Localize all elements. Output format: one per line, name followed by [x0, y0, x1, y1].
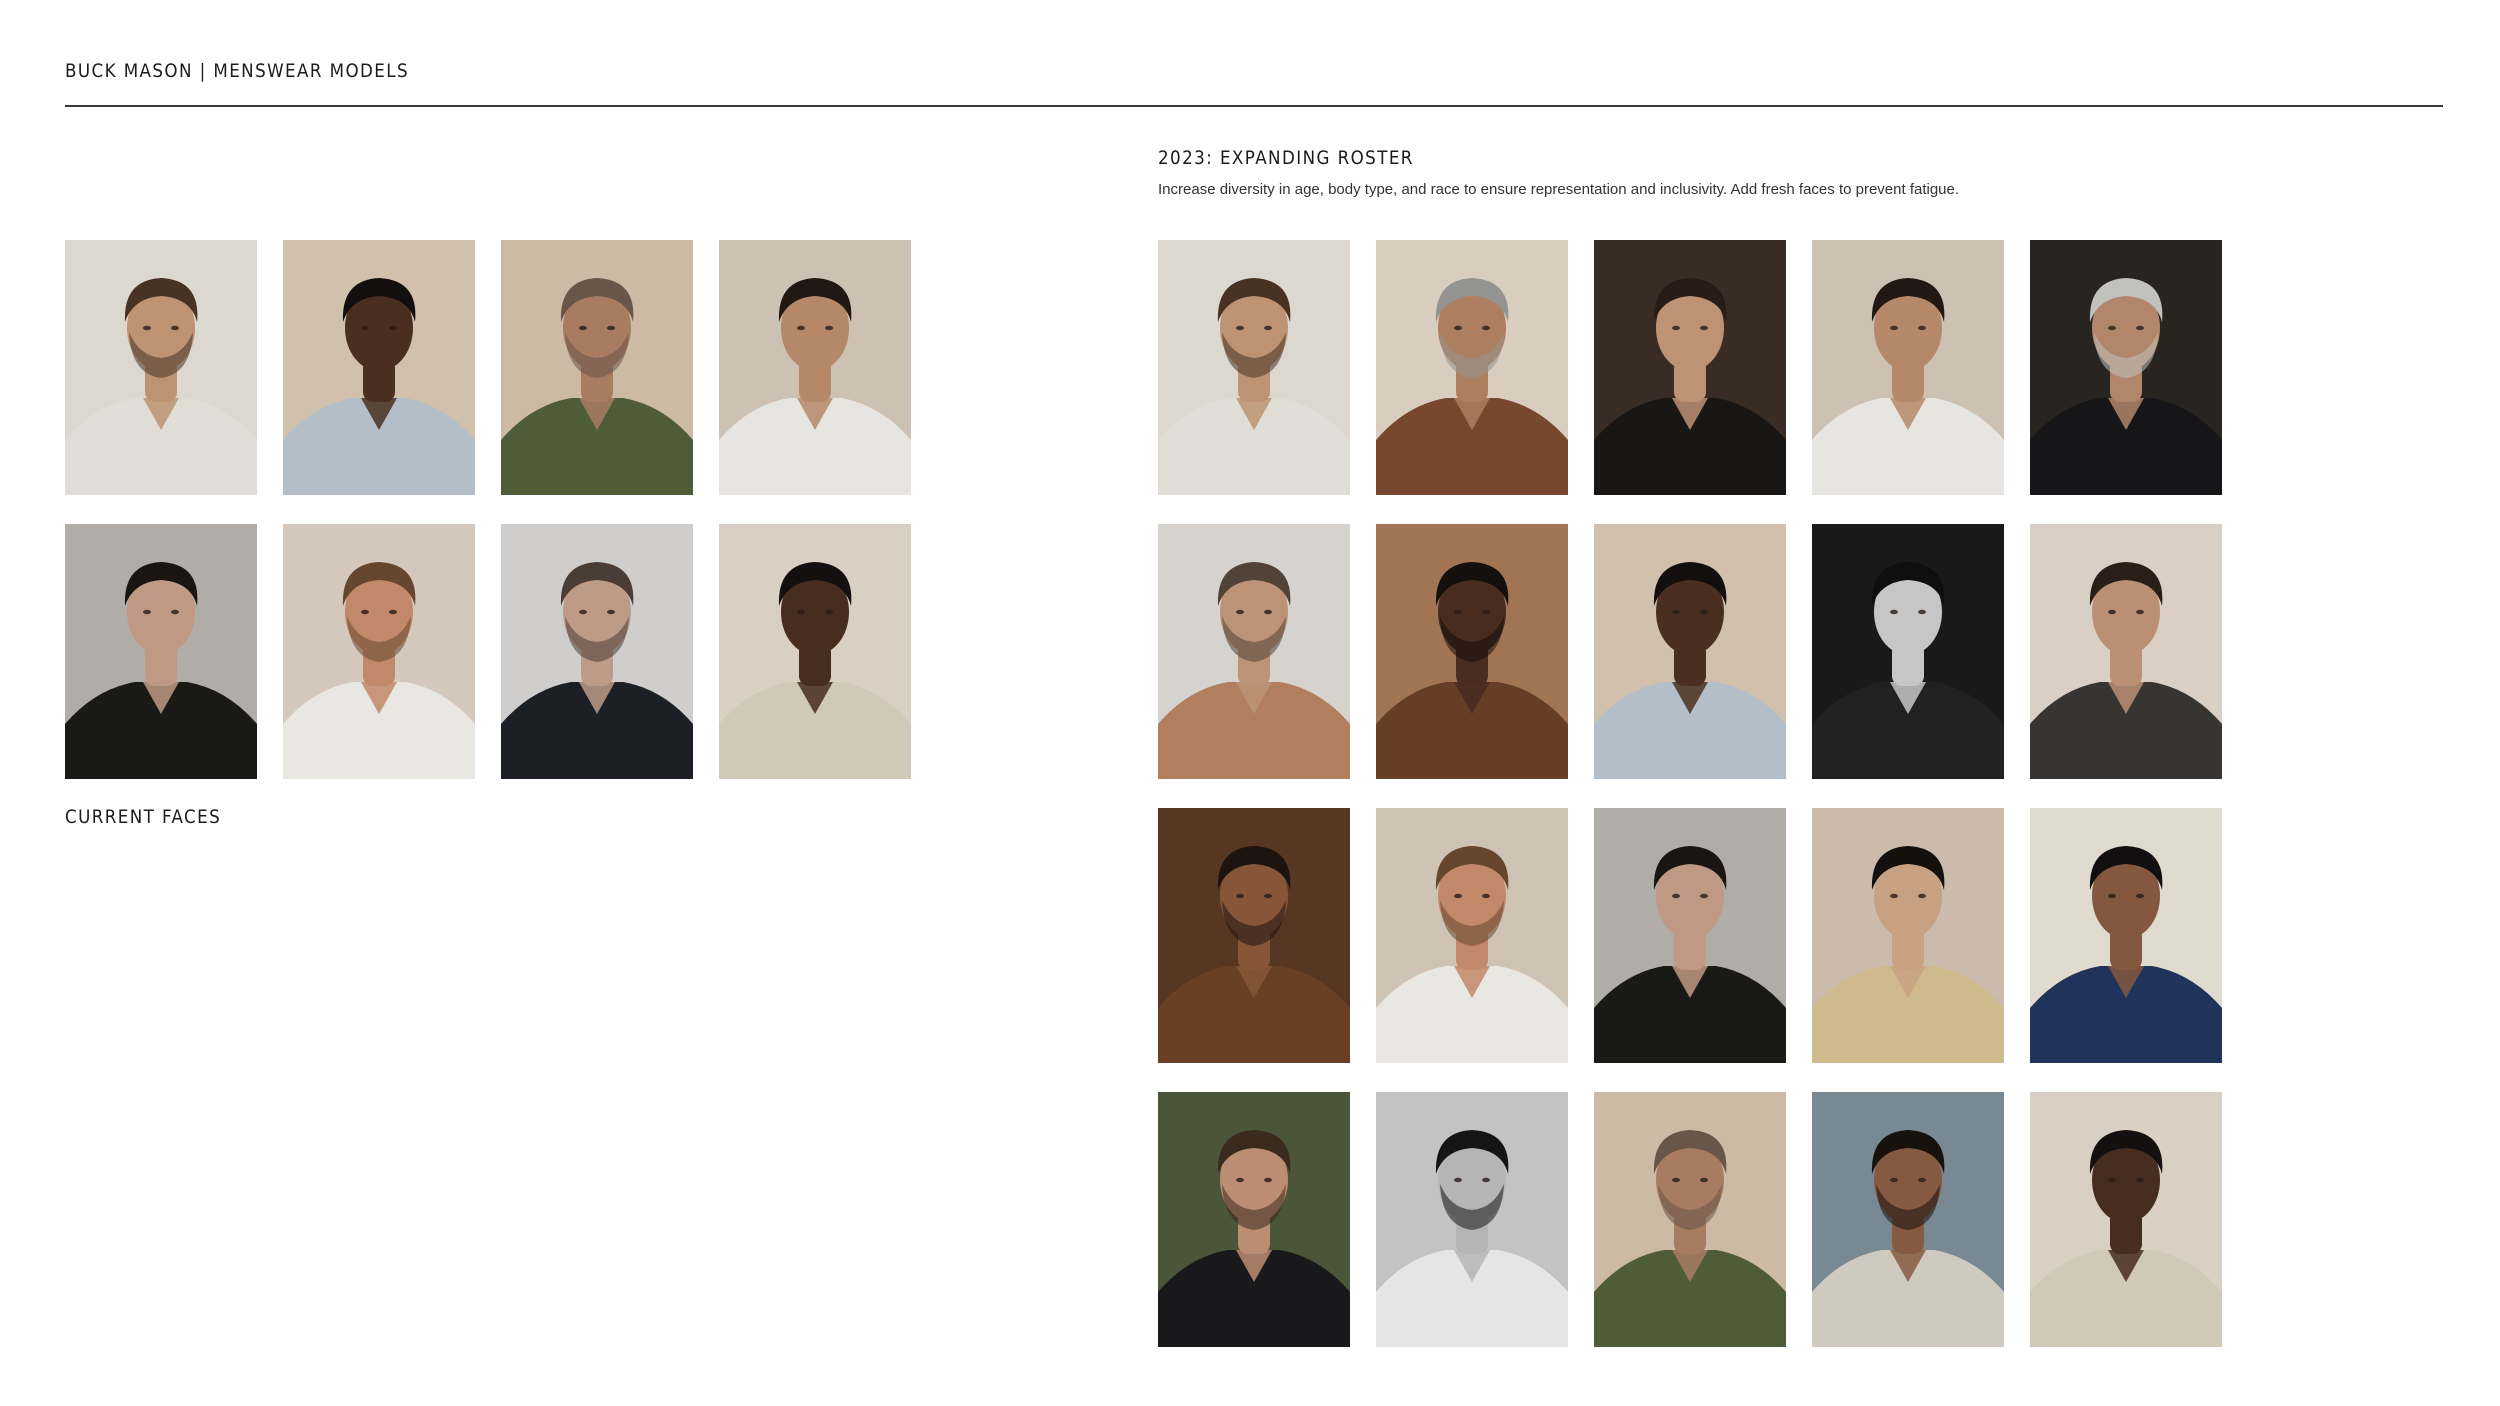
page-title: BUCK MASON | MENSWEAR MODELS	[65, 60, 410, 82]
expanding-roster-grid	[1158, 240, 2222, 1347]
header-divider	[65, 105, 2443, 107]
model-photo	[1812, 1092, 2004, 1347]
model-photo	[1812, 240, 2004, 495]
roster-title: 2023: EXPANDING ROSTER	[1158, 147, 1414, 169]
model-photo	[65, 524, 257, 779]
model-photo	[1594, 1092, 1786, 1347]
model-photo	[1812, 524, 2004, 779]
model-photo	[1158, 240, 1350, 495]
model-photo	[2030, 808, 2222, 1063]
model-photo	[1158, 524, 1350, 779]
model-photo	[1158, 808, 1350, 1063]
model-photo	[1376, 524, 1568, 779]
model-photo	[283, 240, 475, 495]
model-photo	[1812, 808, 2004, 1063]
model-photo	[719, 240, 911, 495]
model-photo	[1158, 1092, 1350, 1347]
model-photo	[65, 240, 257, 495]
roster-description: Increase diversity in age, body type, an…	[1158, 181, 1960, 198]
current-faces-label: CURRENT FACES	[65, 806, 222, 828]
model-photo	[501, 524, 693, 779]
model-photo	[2030, 524, 2222, 779]
current-faces-grid	[65, 240, 911, 779]
model-photo	[2030, 1092, 2222, 1347]
model-photo	[1376, 808, 1568, 1063]
model-photo	[1594, 240, 1786, 495]
model-photo	[1594, 808, 1786, 1063]
model-photo	[501, 240, 693, 495]
model-photo	[1376, 240, 1568, 495]
model-photo	[1376, 1092, 1568, 1347]
model-photo	[719, 524, 911, 779]
model-photo	[1594, 524, 1786, 779]
model-photo	[283, 524, 475, 779]
model-photo	[2030, 240, 2222, 495]
